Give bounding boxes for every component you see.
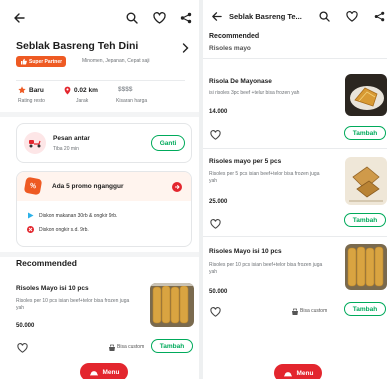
item-name: Risoles Mayo isi 10 pcs (16, 285, 89, 292)
item-price: 50.000 (16, 323, 35, 329)
store-detail-screen: Seblak Basreng Teh Dini Super Partner Mi… (0, 0, 199, 379)
item-photo[interactable] (345, 74, 387, 116)
favorite-heart-icon[interactable] (345, 10, 358, 22)
menu-button[interactable]: Menu (80, 363, 128, 379)
item-description: isi risoles 3pc beef +telur bisa frozen … (209, 90, 300, 96)
item-photo[interactable] (345, 244, 387, 290)
dish-icon (89, 370, 98, 375)
distance-value: 0.02 km (64, 86, 98, 95)
item-price: 50.000 (209, 289, 228, 295)
item-price: 14.000 (209, 109, 228, 115)
rating-label: Rating resto (18, 98, 45, 104)
location-pin-icon (64, 86, 71, 95)
add-item-button[interactable]: Tambah (344, 213, 386, 227)
delivery-subtitle: Tiba 20 min (53, 146, 79, 152)
item-name: Risola De Mayonase (209, 78, 272, 85)
distance-label: Jarak (76, 98, 89, 104)
scooter-icon (24, 132, 46, 154)
store-name: Seblak Basreng Teh Dini (16, 40, 139, 52)
item-like-heart-icon[interactable] (209, 218, 221, 230)
item-photo[interactable] (345, 157, 387, 205)
super-partner-badge: Super Partner (16, 56, 67, 67)
price-range-label: Kisaran harga (116, 98, 148, 104)
menu-list-screen: Seblak Basreng Te... Recommended Risoles… (203, 0, 387, 379)
add-item-button[interactable]: Tambah (344, 126, 386, 140)
custom-pot-icon (290, 307, 299, 316)
custom-label: Bisa custom (117, 344, 145, 350)
favorite-heart-icon[interactable] (152, 11, 166, 25)
promo-item-1: Diskon makanan 30rb & ongkir 9rb. (39, 213, 118, 219)
food-discount-icon (27, 212, 34, 219)
chevron-right-icon[interactable] (180, 42, 190, 54)
section-title: Recommended (209, 33, 260, 40)
promo-item-2: Diskon ongkir s.d. 9rb. (39, 227, 89, 233)
item-like-heart-icon[interactable] (209, 306, 221, 318)
item-photo[interactable] (150, 283, 194, 327)
section-title: Recommended (16, 258, 77, 268)
discount-icon: % (23, 176, 43, 196)
promo-arrow-icon[interactable] (172, 182, 182, 192)
badge-label: Super Partner (29, 58, 63, 65)
delivery-title: Pesan antar (53, 135, 90, 142)
shipping-discount-icon (27, 226, 34, 233)
item-description: Risoles per 10 pcs isian beef+telor bisa… (209, 262, 323, 275)
search-icon[interactable] (125, 11, 139, 25)
back-arrow-icon[interactable] (12, 11, 26, 25)
add-item-button[interactable]: Tambah (344, 302, 386, 316)
thumbs-up-icon (21, 58, 27, 65)
store-location: Minomen, Jepanan, Cepat saji (82, 58, 150, 64)
promo-title: Ada 5 promo nganggur (52, 183, 124, 190)
item-name: Risoles Mayo isi 10 pcs (209, 248, 282, 255)
change-delivery-button[interactable]: Ganti (151, 135, 185, 151)
item-price: 25.000 (209, 199, 228, 205)
dish-icon (283, 371, 292, 376)
rating-value: Baru (18, 86, 44, 94)
add-item-button[interactable]: Tambah (151, 339, 193, 353)
star-icon (18, 86, 26, 94)
item-name: Risoles mayo per 5 pcs (209, 158, 282, 165)
prev-item-name: Risoles mayo (209, 45, 251, 52)
search-icon[interactable] (318, 10, 330, 22)
item-description: Risoles per 5 pcs isian beef+telor bisa … (209, 171, 320, 184)
share-icon[interactable] (179, 11, 193, 25)
menu-button[interactable]: Menu (274, 364, 322, 379)
back-arrow-icon[interactable] (210, 10, 222, 22)
header-title: Seblak Basreng Te... (229, 12, 302, 21)
item-like-heart-icon[interactable] (16, 342, 28, 354)
custom-label: Bisa custom (300, 308, 328, 314)
share-icon[interactable] (373, 10, 385, 22)
price-range-value: $$$$ (118, 86, 133, 93)
custom-pot-icon (107, 343, 116, 352)
item-like-heart-icon[interactable] (209, 129, 221, 141)
item-description: Risoles per 10 pcs isian beef+telor bisa… (16, 298, 130, 311)
